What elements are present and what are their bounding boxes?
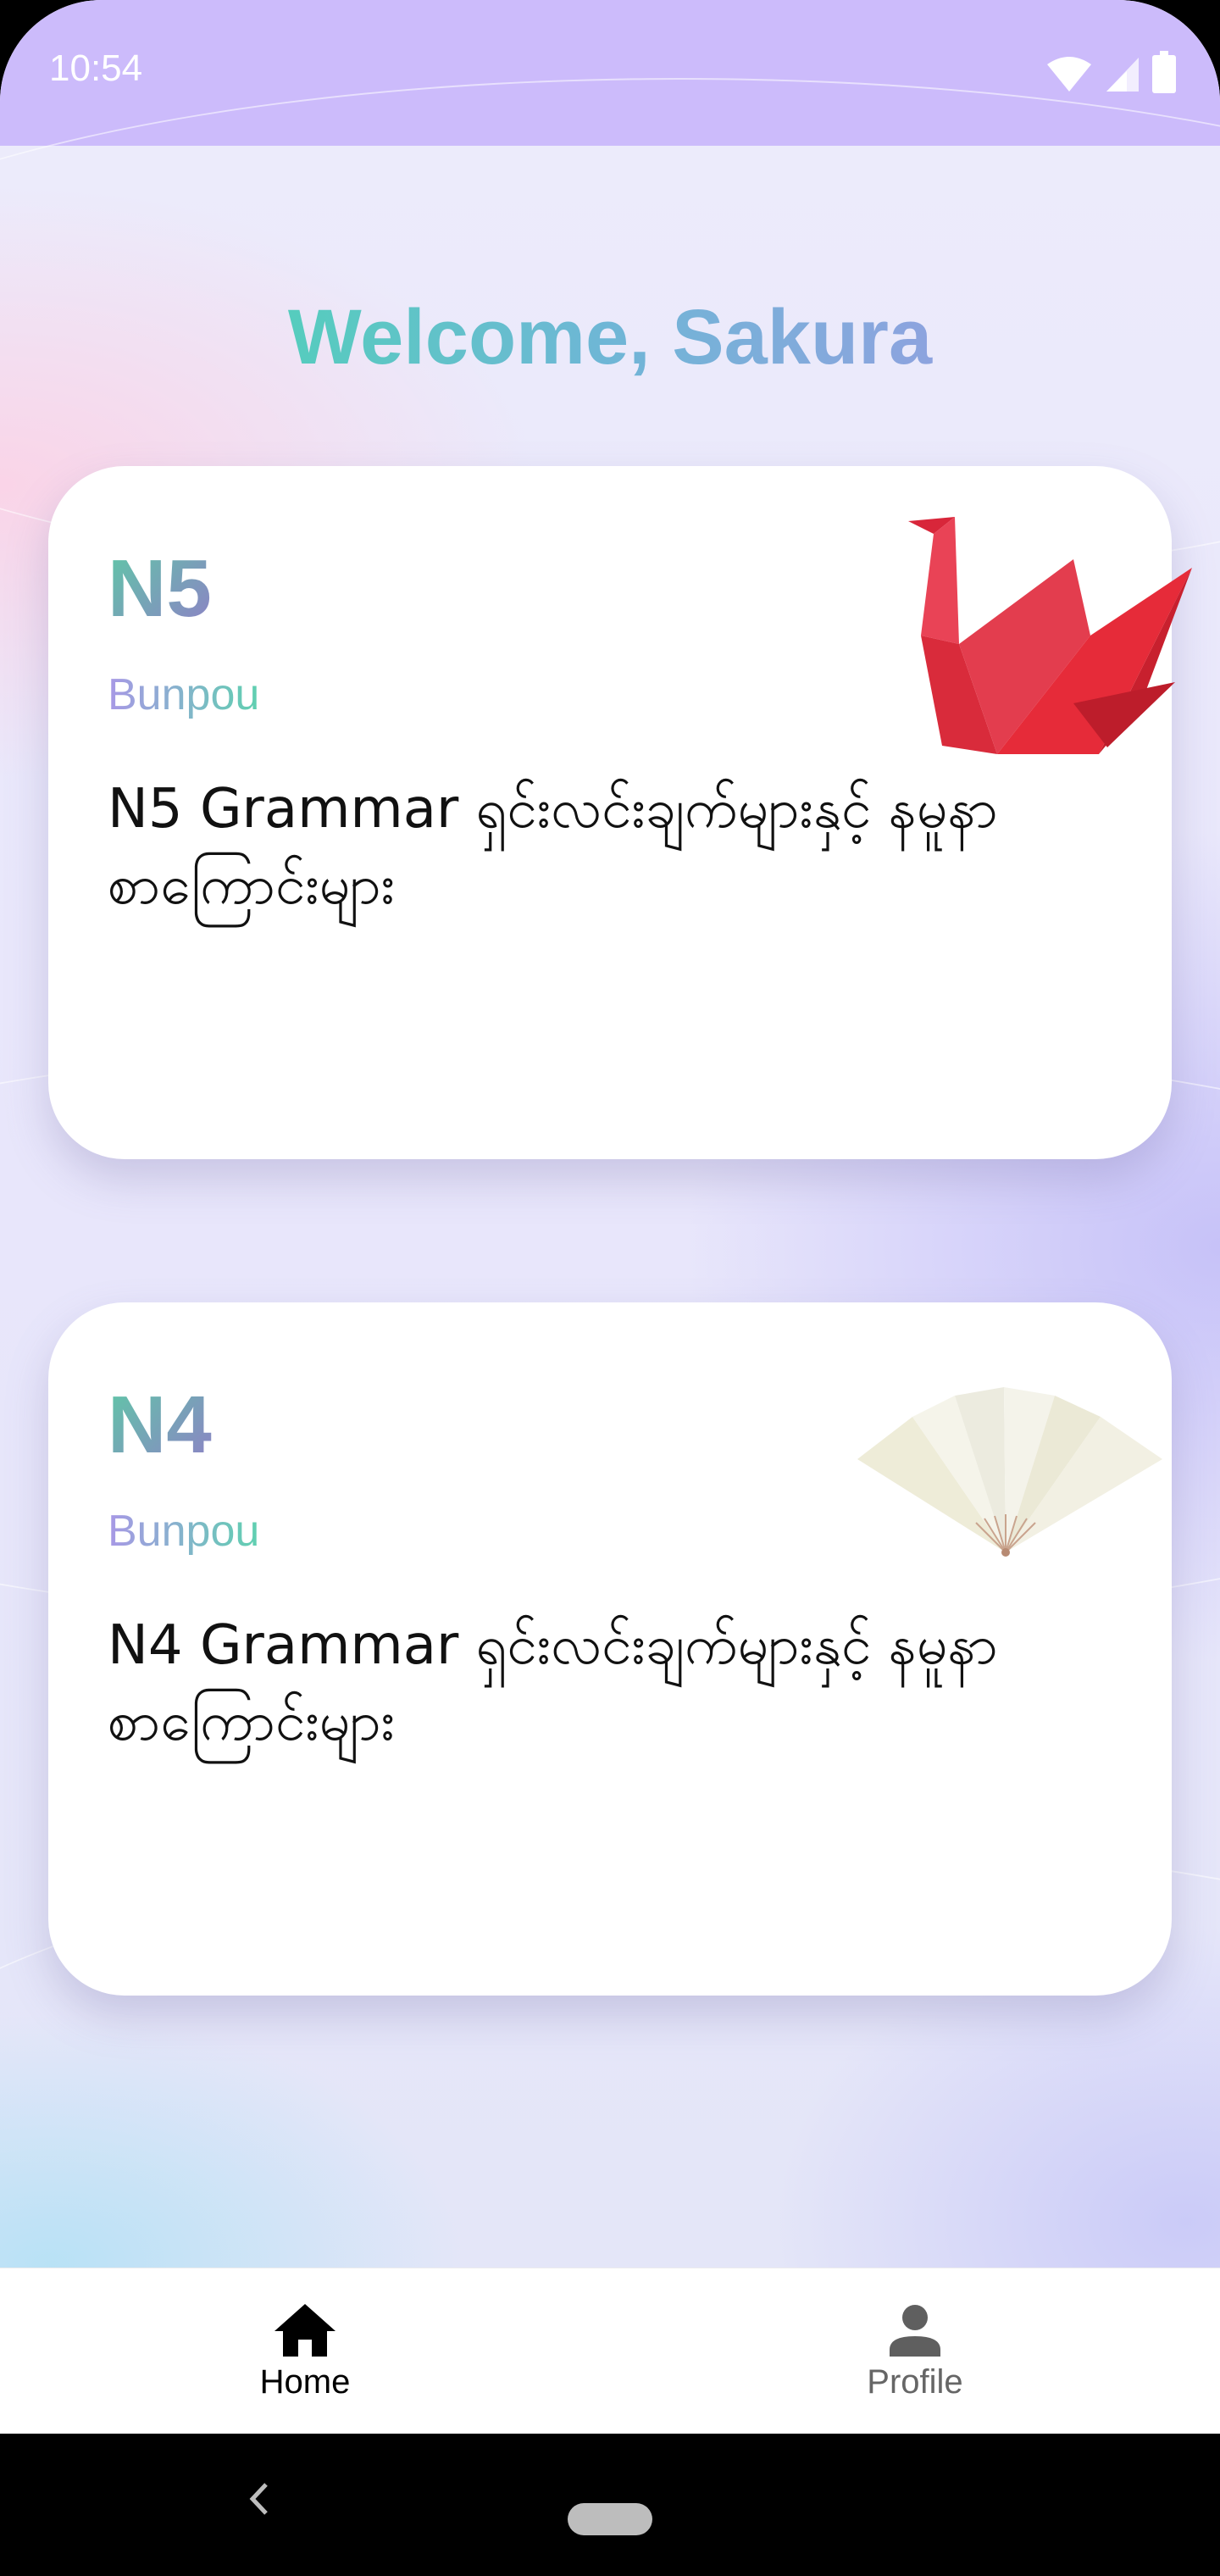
back-icon[interactable] (246, 2478, 271, 2520)
card-description: N5 Grammar ရှင်းလင်းချက်များနှင့် နမူနာစ… (108, 778, 998, 917)
home-gesture-pill[interactable] (568, 2503, 652, 2535)
status-time: 10:54 (49, 47, 143, 89)
home-icon (274, 2303, 336, 2357)
welcome-title: Welcome, Sakura (0, 293, 1220, 382)
person-icon (890, 2304, 940, 2357)
folding-fan-icon (857, 1387, 1162, 1557)
nav-item-profile[interactable]: Profile (610, 2268, 1220, 2434)
card-level: N5 (108, 543, 212, 634)
status-icons (1045, 51, 1176, 93)
app-screen: 10:54 Welcome, Sakura N5 Bunpou N5 Gramm… (0, 0, 1220, 2576)
nav-label-home: Home (259, 2362, 351, 2401)
card-level: N4 (108, 1380, 212, 1470)
bottom-navigation: Home Profile (0, 2268, 1220, 2434)
battery-icon (1152, 51, 1176, 93)
card-subtitle: Bunpou (108, 1507, 260, 1556)
card-description: N4 Grammar ရှင်းလင်းချက်များနှင့် နမူနာစ… (108, 1614, 998, 1753)
nav-label-profile: Profile (867, 2362, 963, 2401)
origami-crane-icon (908, 517, 1192, 754)
nav-item-home[interactable]: Home (0, 2268, 610, 2434)
wifi-icon (1047, 57, 1091, 92)
level-card-n4[interactable]: N4 Bunpou N4 Grammar ရှင်းလင်းချက်များနှ… (48, 1302, 1172, 1996)
signal-icon (1106, 58, 1139, 92)
level-card-n5[interactable]: N5 Bunpou N5 Grammar ရှင်းလင်းချက်များနှ… (48, 466, 1192, 1159)
card-subtitle: Bunpou (108, 670, 260, 719)
